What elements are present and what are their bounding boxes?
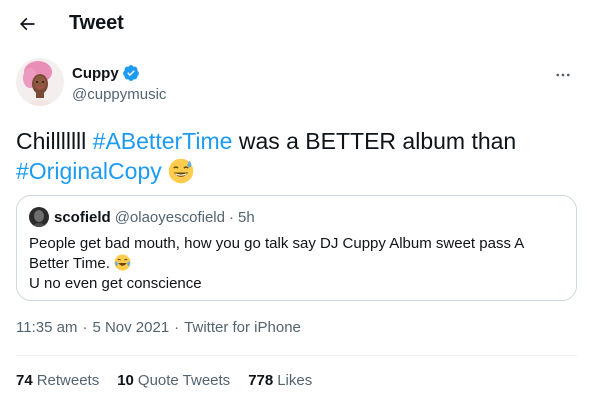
likes-label: Likes [277,372,313,389]
author-avatar[interactable] [16,58,64,106]
quote-tweets-label: Quote Tweets [137,372,231,389]
hashtag-link[interactable]: #OriginalCopy [16,158,162,184]
quoted-tweet-text: People get bad mouth, how you go talk sa… [29,234,564,294]
retweets-count: 74 [16,372,33,389]
tweet-date[interactable]: 5 Nov 2021 [92,319,169,336]
quoted-text-line2: U no even get conscience [29,275,202,292]
likes-count: 778 [248,372,274,389]
separator-dot: · [228,208,234,226]
quote-tweets-count: 10 [117,372,134,389]
quoted-text-line1: People get bad mouth, how you go talk sa… [29,235,524,272]
more-dots-icon [556,73,570,77]
author-name-group: Cuppy [72,64,140,82]
divider [16,355,577,356]
back-arrow-icon [19,17,35,31]
author-name[interactable]: Cuppy [72,65,119,82]
quoted-tweet-card[interactable]: scofield @olaoyescofield · 5h People get… [16,195,577,301]
quoted-text-line: People get bad mouth, how you go talk sa… [29,234,564,274]
author-handle[interactable]: @cuppymusic [72,86,166,103]
back-button[interactable] [10,7,44,41]
tweet-text-part: was a BETTER album than [232,128,517,154]
tweet-text: Chilllllll #ABetterTime was a BETTER alb… [16,126,576,186]
tweet-meta: 11:35 am · 5 Nov 2021 · Twitter for iPho… [16,319,301,336]
tweet-author: Cuppy @cuppymusic [16,58,576,110]
sweat-smile-emoji-icon [168,158,194,184]
retweets-stat[interactable]: 74 Retweets [16,372,99,389]
tweet-text-part: Chilllllll [16,128,93,154]
retweets-label: Retweets [36,372,100,389]
hashtag-link[interactable]: #ABetterTime [93,128,233,154]
tweet-time[interactable]: 11:35 am [16,319,77,336]
quoted-tweet-time: 5h [237,208,255,226]
separator-dot: · [174,319,180,336]
likes-stat[interactable]: 778 Likes [248,372,312,389]
page-title: Tweet [69,12,124,34]
quoted-author-name: scofield [54,208,111,226]
quoted-author-avatar [29,207,49,227]
more-options-button[interactable] [550,62,576,88]
top-bar: Tweet [0,0,589,47]
tears-of-joy-emoji-icon [114,254,131,271]
quoted-author-handle: @olaoyescofield [114,208,225,226]
tweet-stats: 74 Retweets 10 Quote Tweets 778 Likes [16,372,330,389]
quoted-tweet-header: scofield @olaoyescofield · 5h [29,207,255,227]
tweet-source[interactable]: Twitter for iPhone [184,319,301,336]
separator-dot: · [82,319,88,336]
verified-badge-icon [122,65,139,81]
quote-tweets-stat[interactable]: 10 Quote Tweets [117,372,230,389]
